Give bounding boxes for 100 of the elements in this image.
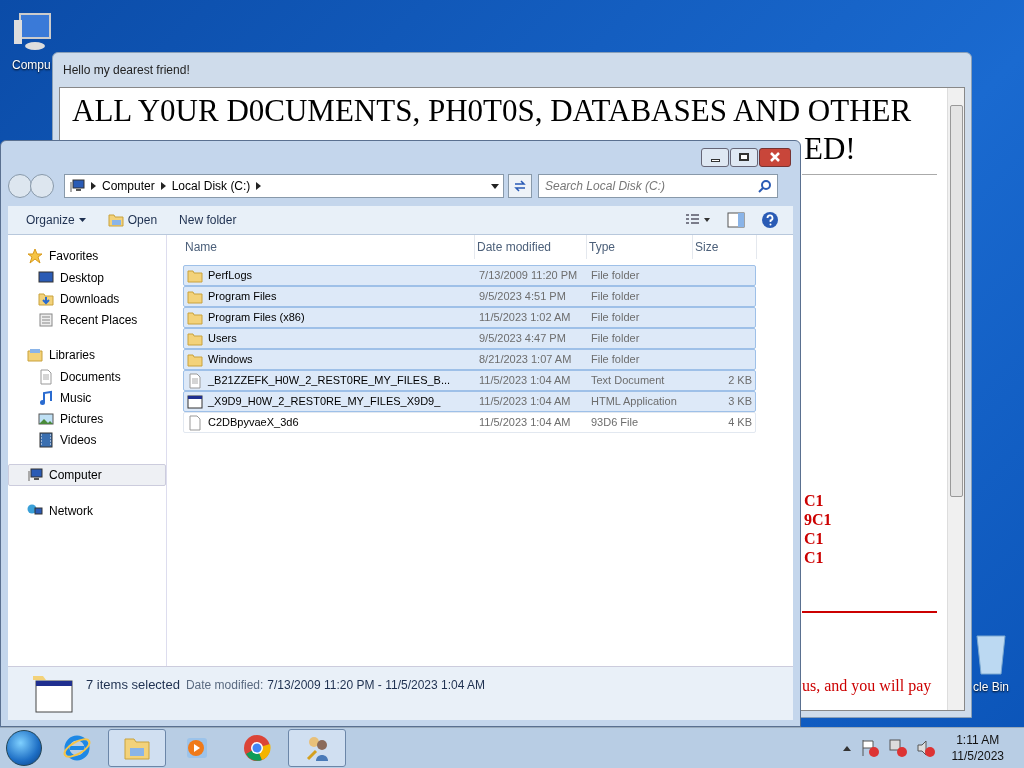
nav-item[interactable]: Documents [8,366,166,387]
window-icon [187,393,203,410]
help-icon[interactable] [761,211,779,229]
column-header[interactable]: Type [587,235,693,259]
chevron-icon [91,182,96,190]
chrome-icon [242,733,272,763]
document-icon [187,372,203,389]
nav-item[interactable]: Music [8,387,166,408]
column-header[interactable]: Name [183,235,475,259]
folder-icon [187,330,203,347]
file-row[interactable]: Program Files (x86) 11/5/2023 1:02 AM File folder [183,307,756,328]
file-type: File folder [591,311,640,324]
file-name: _X9D9_H0W_2_REST0RE_MY_FILES_X9D9_ [208,394,441,410]
flag-error-icon[interactable] [859,738,880,758]
folder-icon [187,351,203,368]
nav-item[interactable]: Network [8,500,166,522]
date-modified-label: Date modified: [185,677,264,694]
file-row[interactable]: PerfLogs 7/13/2009 11:20 PM File folder [183,265,756,286]
file-row[interactable]: C2DBpyvaeX_3d6 11/5/2023 1:04 AM 93D6 File 4 KB [183,412,756,433]
file-date: 7/13/2009 11:20 PM [479,269,578,282]
nav-item[interactable]: Favorites [8,245,166,267]
view-options-icon[interactable] [685,213,711,227]
file-date: 9/5/2023 4:51 PM [479,290,566,303]
nav-item[interactable]: Downloads [8,288,166,309]
file-date: 11/5/2023 1:04 AM [479,374,571,387]
toolbar-button[interactable]: New folder [169,211,247,229]
file-row[interactable]: Users 9/5/2023 4:47 PM File folder [183,328,756,349]
taskbar-button[interactable] [288,729,346,767]
preview-pane-icon[interactable] [727,212,745,228]
folder-icon [107,212,124,228]
refresh-icon [513,179,527,193]
file-row[interactable]: Windows 8/21/2023 1:07 AM File folder [183,349,756,370]
nav-item[interactable]: Desktop [8,267,166,288]
star-icon [27,248,43,264]
file-date: 11/5/2023 1:04 AM [479,395,571,408]
folder-icon [187,288,203,305]
music-note-icon [38,389,54,406]
column-header[interactable]: Date modified [475,235,587,259]
file-type: Text Document [591,374,665,387]
file-name: Program Files [208,289,277,305]
file-type: File folder [591,269,640,282]
note-heading: ALL Y0UR D0CUMENTS, PH0T0S, DATABASES AND OTHER [72,92,913,130]
dropdown-icon[interactable] [491,183,499,189]
close-icon [770,152,780,162]
column-header[interactable]: Size [693,235,757,259]
breadcrumb-item[interactable]: Computer [102,177,155,195]
scrollbar[interactable] [947,88,964,710]
note-code-text: 9C1 [804,510,832,529]
file-type: File folder [591,290,640,303]
file-date: 8/21/2023 1:07 AM [479,353,572,366]
selection-count: 7 items selected [86,676,180,694]
desktop-icon-label[interactable]: cle Bin [973,678,1010,696]
file-row[interactable]: Program Files 9/5/2023 4:51 PM File folder [183,286,756,307]
file-row[interactable]: _B21ZZEFK_H0W_2_REST0RE_MY_FILES_B... 11/5/2023 1:04 AM Text Document 2 KB [183,370,756,391]
desktop-icon-label[interactable]: Compu [12,56,51,74]
note-heading: ED! [804,130,856,168]
nav-item[interactable]: Computer [8,464,166,486]
file-date: 11/5/2023 1:02 AM [479,311,571,324]
browser-e-icon [62,733,92,763]
file-type: HTML Application [591,395,677,408]
network-error-icon[interactable] [887,738,908,758]
file-row[interactable]: _X9D9_H0W_2_REST0RE_MY_FILES_X9D9_ 11/5/2023 1:04 AM HTML Application 3 KB [183,391,756,412]
file-type: 93D6 File [591,416,639,429]
library-icon [27,347,43,363]
computer-icon [27,467,43,483]
note-code-text: C1 [804,529,824,548]
nav-item[interactable]: Libraries [8,344,166,366]
nav-item[interactable]: Pictures [8,408,166,429]
maximize-button[interactable] [730,147,758,167]
file-name: PerfLogs [208,268,253,284]
chevron-icon [160,182,166,190]
close-button[interactable] [759,147,791,167]
search-icon[interactable] [758,179,772,193]
speaker-muted-icon[interactable] [915,738,936,758]
show-hidden-icons-icon[interactable] [841,744,852,752]
file-name: Users [208,331,237,347]
window-icon [32,675,74,713]
clock[interactable]: 1:11 AM 11/5/2023 [951,732,1004,764]
toolbar-button[interactable]: Organize [16,211,96,229]
minimize-button[interactable] [701,147,729,167]
address-bar[interactable]: Computer Local Disk (C:) [64,174,504,198]
taskbar-button[interactable] [108,729,166,767]
file-date: 9/5/2023 4:47 PM [479,332,566,345]
start-button[interactable] [6,730,42,766]
toolbar-button[interactable]: Open [97,211,168,229]
note-code-text: C1 [804,491,824,510]
chevron-icon[interactable] [256,182,262,190]
nav-item[interactable]: Recent Places [8,309,166,330]
refresh-button[interactable] [508,174,532,198]
breadcrumb-item[interactable]: Local Disk (C:) [171,177,251,195]
file-name: Windows [208,352,253,368]
search-field[interactable]: Search Local Disk (C:) [538,174,778,198]
file-name: C2DBpyvaeX_3d6 [208,415,299,431]
nav-item[interactable]: Videos [8,429,166,450]
file-name: _B21ZZEFK_H0W_2_REST0RE_MY_FILES_B... [208,373,451,389]
file-name: Program Files (x86) [208,310,305,326]
note-code-text: C1 [804,548,824,567]
file-type: File folder [591,332,640,345]
file-size: 4 KB [728,415,753,431]
picture-icon [38,410,54,427]
